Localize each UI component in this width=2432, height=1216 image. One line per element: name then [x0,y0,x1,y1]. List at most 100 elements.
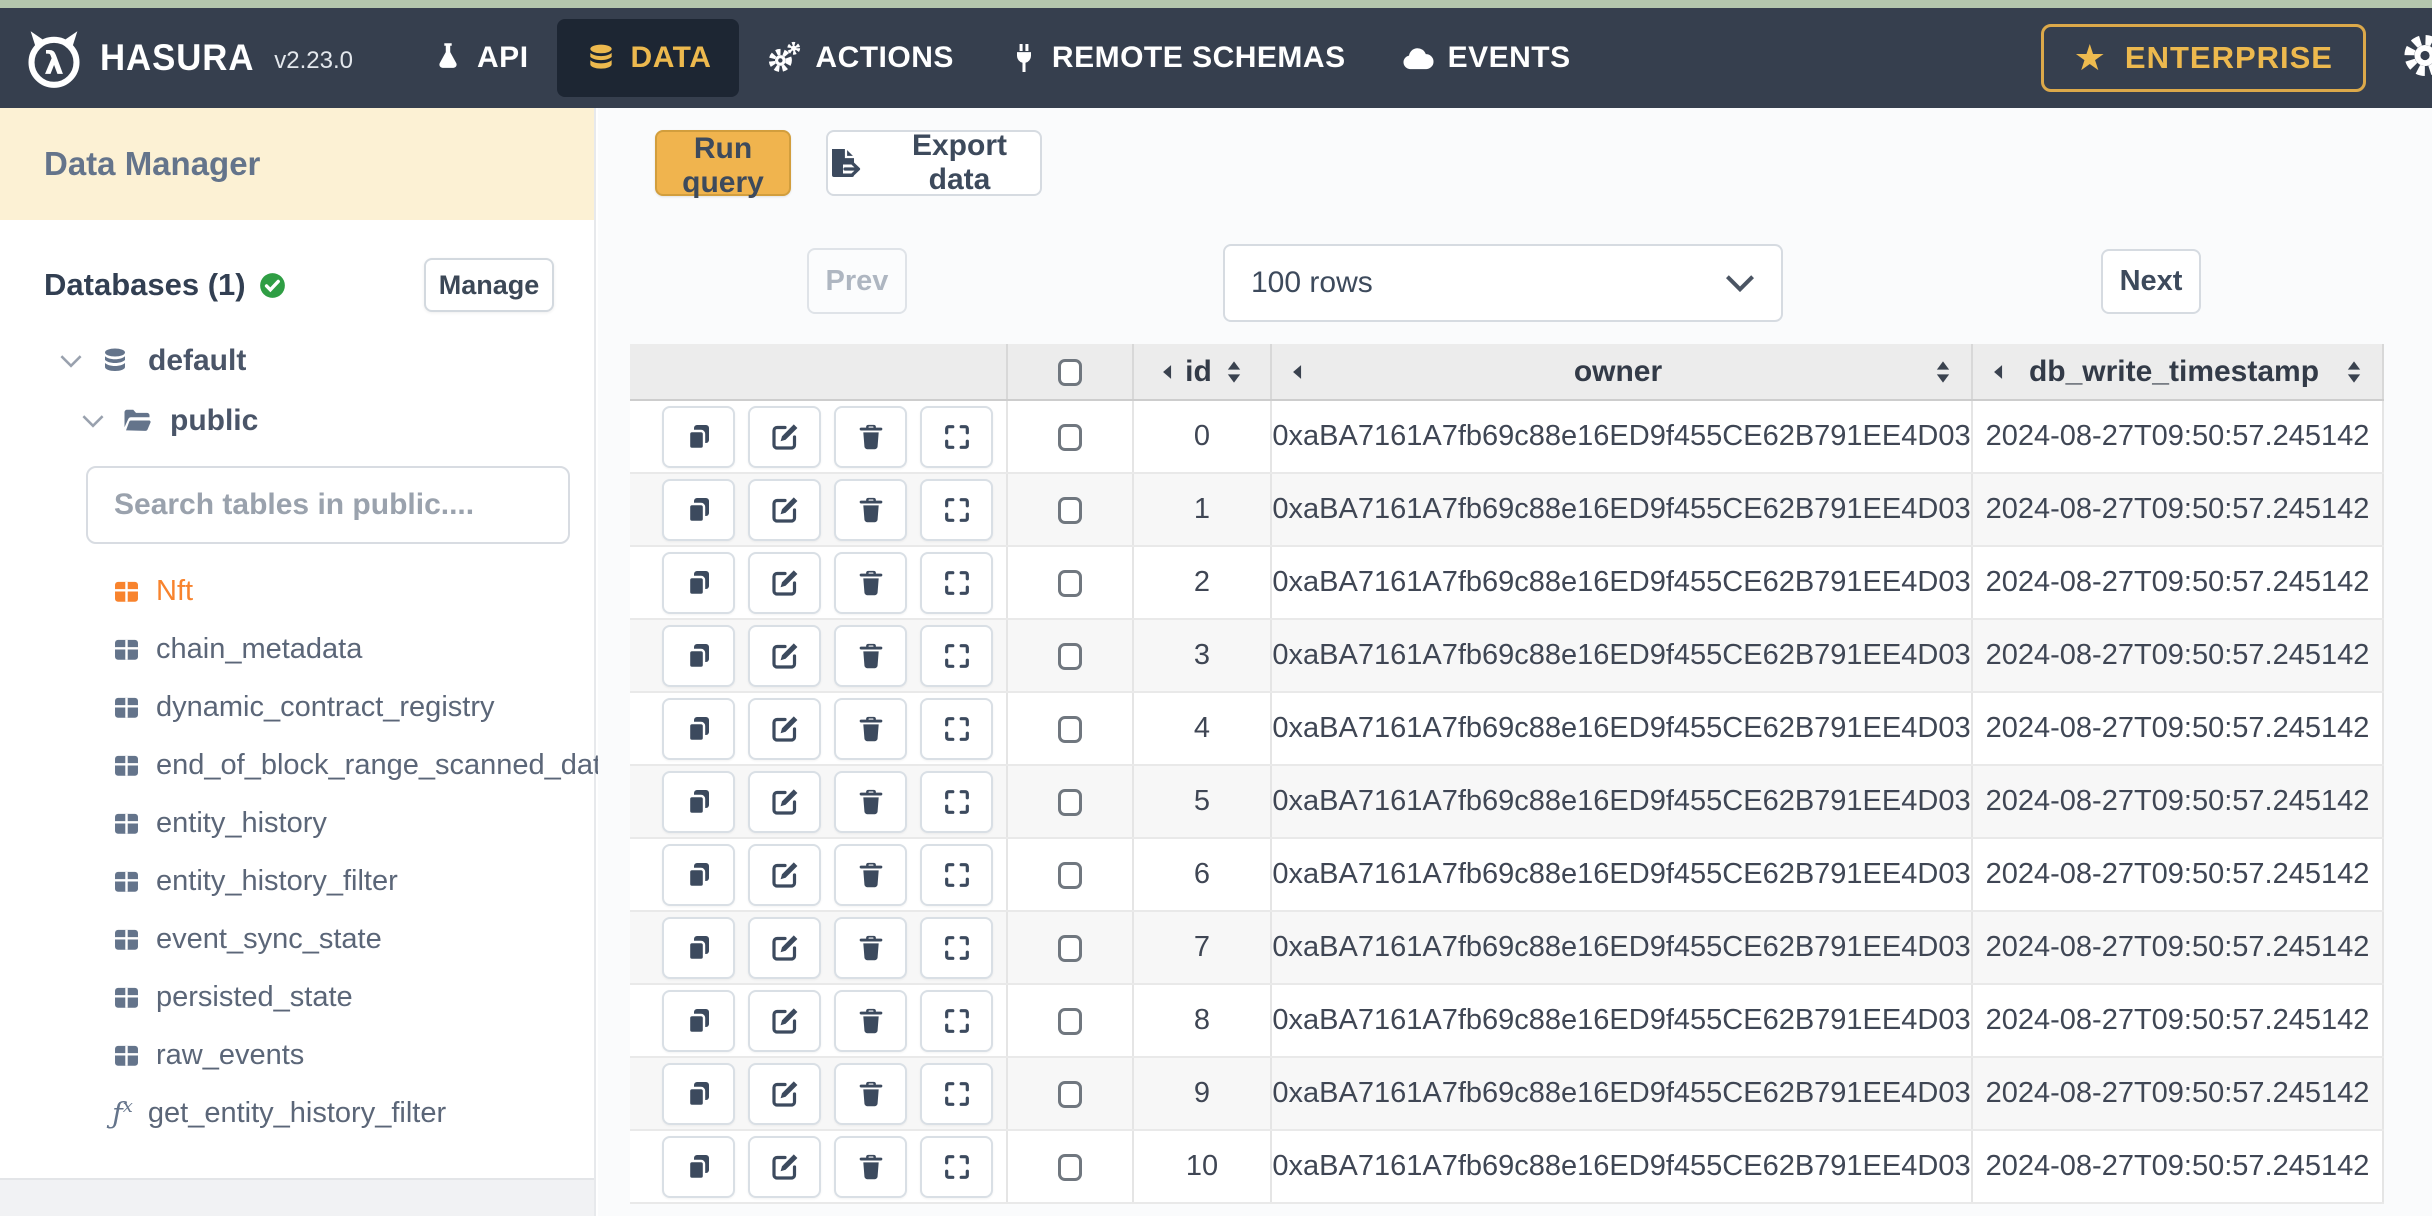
sidebar-table-item[interactable]: ƒx persisted_state [0,968,594,1026]
copy-row-button[interactable] [662,405,735,468]
delete-row-button[interactable] [834,405,907,468]
edit-row-button[interactable] [748,624,821,687]
expand-row-button[interactable] [920,697,993,760]
export-data-button[interactable]: Export data [826,129,1042,196]
expand-row-button[interactable] [920,843,993,906]
select-all-checkbox[interactable] [1058,359,1082,387]
sidebar-table-item[interactable]: ƒx Nft [0,562,594,620]
copy-row-button[interactable] [662,624,735,687]
delete-row-button[interactable] [834,989,907,1052]
edit-row-button[interactable] [748,551,821,614]
nav-item-data[interactable]: DATA [556,19,740,97]
nav-item-actions[interactable]: ACTIONS [739,19,982,97]
edit-row-button[interactable] [748,843,821,906]
expand-row-button[interactable] [920,1135,993,1198]
row-checkbox[interactable] [1058,934,1082,962]
row-actions [630,478,1006,541]
delete-row-button[interactable] [834,916,907,979]
expand-row-button[interactable] [920,1062,993,1125]
cell-db-write-timestamp: 2024-08-27T09:50:57.245142 [1972,473,2384,547]
tree-node-default[interactable]: default [60,344,594,378]
row-checkbox[interactable] [1058,1080,1082,1108]
chevron-down-icon[interactable] [82,414,104,428]
sort-icon[interactable] [2344,359,2364,385]
expand-row-button[interactable] [920,916,993,979]
edit-row-button[interactable] [748,478,821,541]
copy-row-button[interactable] [662,551,735,614]
expand-row-button[interactable] [920,551,993,614]
expand-icon [942,495,972,525]
sort-icon[interactable] [1224,359,1244,385]
row-checkbox[interactable] [1058,642,1082,670]
collapse-column-icon[interactable] [1991,364,2004,380]
copy-row-button[interactable] [662,697,735,760]
column-header-db-write-timestamp[interactable]: db_write_timestamp [1972,344,2384,401]
expand-row-button[interactable] [920,770,993,833]
edit-row-button[interactable] [748,1062,821,1125]
edit-row-button[interactable] [748,1135,821,1198]
manage-button[interactable]: Manage [424,258,554,312]
row-checkbox[interactable] [1058,861,1082,889]
delete-row-button[interactable] [834,770,907,833]
delete-row-button[interactable] [834,624,907,687]
delete-row-button[interactable] [834,843,907,906]
nav-item-remote-schemas[interactable]: REMOTE SCHEMAS [982,19,1374,97]
run-query-button[interactable]: Run query [655,130,791,199]
copy-row-button[interactable] [662,770,735,833]
row-checkbox[interactable] [1058,1153,1082,1181]
chevron-down-icon[interactable] [60,354,82,368]
tree-node-public[interactable]: public [82,404,594,438]
edit-row-button[interactable] [748,770,821,833]
schema-name: public [170,404,259,437]
delete-row-button[interactable] [834,478,907,541]
edit-row-button[interactable] [748,989,821,1052]
expand-row-button[interactable] [920,405,993,468]
nav-item-events[interactable]: EVENTS [1374,19,1599,97]
edit-row-button[interactable] [748,697,821,760]
sidebar-table-item[interactable]: ƒx dynamic_contract_registry [0,678,594,736]
row-checkbox[interactable] [1058,423,1082,451]
expand-row-button[interactable] [920,624,993,687]
sidebar-table-item[interactable]: ƒx raw_events [0,1026,594,1084]
prev-page-button[interactable]: Prev [807,248,907,314]
sidebar-table-item[interactable]: ƒx entity_history_filter [0,852,594,910]
row-checkbox[interactable] [1058,1007,1082,1035]
copy-row-button[interactable] [662,478,735,541]
sidebar-table-item[interactable]: ƒx get_entity_history_filter [0,1084,594,1142]
sidebar-table-item[interactable]: ƒx event_sync_state [0,910,594,968]
delete-row-button[interactable] [834,1062,907,1125]
expand-row-button[interactable] [920,989,993,1052]
row-checkbox[interactable] [1058,569,1082,597]
sidebar-table-item[interactable]: ƒx end_of_block_range_scanned_data [0,736,617,794]
copy-row-button[interactable] [662,843,735,906]
delete-row-button[interactable] [834,1135,907,1198]
collapse-column-icon[interactable] [1290,364,1303,380]
sort-icon[interactable] [1933,359,1953,385]
collapse-column-icon[interactable] [1160,364,1173,380]
copy-row-button[interactable] [662,1135,735,1198]
expand-row-button[interactable] [920,478,993,541]
next-page-button[interactable]: Next [2101,249,2201,314]
search-input[interactable] [86,466,570,544]
copy-row-button[interactable] [662,989,735,1052]
nav-item-api[interactable]: API [405,19,557,97]
edit-row-button[interactable] [748,916,821,979]
expand-icon [942,787,972,817]
enterprise-button[interactable]: ★ ENTERPRISE [2040,24,2366,92]
sidebar-table-item[interactable]: ƒx entity_history [0,794,594,852]
row-checkbox[interactable] [1058,715,1082,743]
row-checkbox[interactable] [1058,788,1082,816]
sidebar-table-item[interactable]: ƒx chain_metadata [0,620,594,678]
copy-row-button[interactable] [662,916,735,979]
column-header-id[interactable]: id [1133,344,1272,401]
delete-row-button[interactable] [834,697,907,760]
edit-row-button[interactable] [748,405,821,468]
column-header-owner[interactable]: owner [1271,344,1973,401]
row-checkbox[interactable] [1058,496,1082,524]
settings-gear-icon[interactable] [2402,33,2432,84]
delete-row-button[interactable] [834,551,907,614]
hasura-logo[interactable]: λ HASURA v2.23.0 [22,26,353,90]
table-row: 5 0xaBA7161A7fb69c88e16ED9f455CE62B791EE… [630,765,2384,839]
rows-per-page-select[interactable]: 100 rows [1223,244,1783,322]
copy-row-button[interactable] [662,1062,735,1125]
